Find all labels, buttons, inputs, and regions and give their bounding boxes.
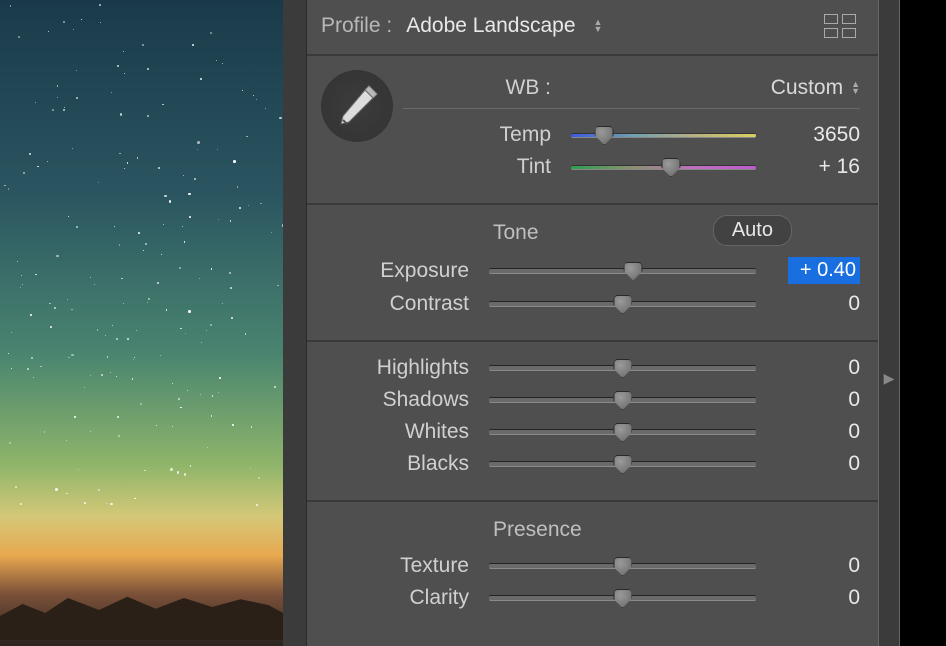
highlights-slider[interactable] <box>489 362 756 374</box>
whites-value[interactable]: 0 <box>764 420 860 444</box>
presence-section: Presence Texture 0 Clarity 0 <box>307 502 878 634</box>
tone-heading: Tone <box>493 221 860 245</box>
clarity-slider[interactable] <box>489 592 756 604</box>
shadows-value[interactable]: 0 <box>764 388 860 412</box>
tint-label: Tint <box>403 155 563 179</box>
expand-right-icon[interactable]: ▶ <box>878 370 900 387</box>
blacks-label: Blacks <box>321 452 481 476</box>
wb-label: WB : <box>403 76 563 100</box>
exposure-slider[interactable] <box>489 265 756 277</box>
temp-label: Temp <box>403 123 563 147</box>
shadows-label: Shadows <box>321 388 481 412</box>
profile-label: Profile : <box>321 14 392 38</box>
temp-slider[interactable] <box>571 129 756 141</box>
image-preview[interactable] <box>0 0 283 646</box>
blacks-value[interactable]: 0 <box>764 452 860 476</box>
contrast-slider[interactable] <box>489 298 756 310</box>
temp-value[interactable]: 3650 <box>764 123 860 147</box>
clarity-value[interactable]: 0 <box>764 586 860 610</box>
panel-divider <box>283 0 307 646</box>
exposure-input[interactable] <box>788 257 860 284</box>
contrast-value[interactable]: 0 <box>764 292 860 316</box>
exposure-label: Exposure <box>321 259 481 283</box>
tint-value[interactable]: + 16 <box>764 155 860 179</box>
basic-panel: Profile : Adobe Landscape ▲▼ <box>307 0 946 646</box>
whites-label: Whites <box>321 420 481 444</box>
profile-dropdown[interactable]: Adobe Landscape <box>406 14 575 38</box>
updown-icon: ▲▼ <box>851 81 860 95</box>
shadows-slider[interactable] <box>489 394 756 406</box>
texture-label: Texture <box>321 554 481 578</box>
panel-scrollbar[interactable] <box>878 0 900 646</box>
right-gutter <box>900 0 946 646</box>
clarity-label: Clarity <box>321 586 481 610</box>
eyedropper-icon <box>331 80 383 132</box>
presence-heading: Presence <box>493 518 860 542</box>
eyedropper-tool[interactable] <box>321 70 393 142</box>
levels-section: Highlights 0 Shadows 0 Whites 0 Blacks 0 <box>307 342 878 502</box>
preview-horizon <box>0 580 283 640</box>
profile-section: Profile : Adobe Landscape ▲▼ <box>307 0 878 56</box>
highlights-value[interactable]: 0 <box>764 356 860 380</box>
tone-section: Tone Auto Exposure Contrast 0 <box>307 205 878 342</box>
tint-slider[interactable] <box>571 161 756 173</box>
wb-dropdown[interactable]: Custom <box>771 76 843 100</box>
texture-value[interactable]: 0 <box>764 554 860 578</box>
whites-slider[interactable] <box>489 426 756 438</box>
white-balance-section: WB : Custom ▲▼ Temp 3650 <box>307 56 878 205</box>
blacks-slider[interactable] <box>489 458 756 470</box>
auto-button[interactable]: Auto <box>713 215 792 246</box>
profile-browser-icon[interactable] <box>824 14 860 38</box>
updown-icon: ▲▼ <box>594 19 603 33</box>
texture-slider[interactable] <box>489 560 756 572</box>
highlights-label: Highlights <box>321 356 481 380</box>
contrast-label: Contrast <box>321 292 481 316</box>
